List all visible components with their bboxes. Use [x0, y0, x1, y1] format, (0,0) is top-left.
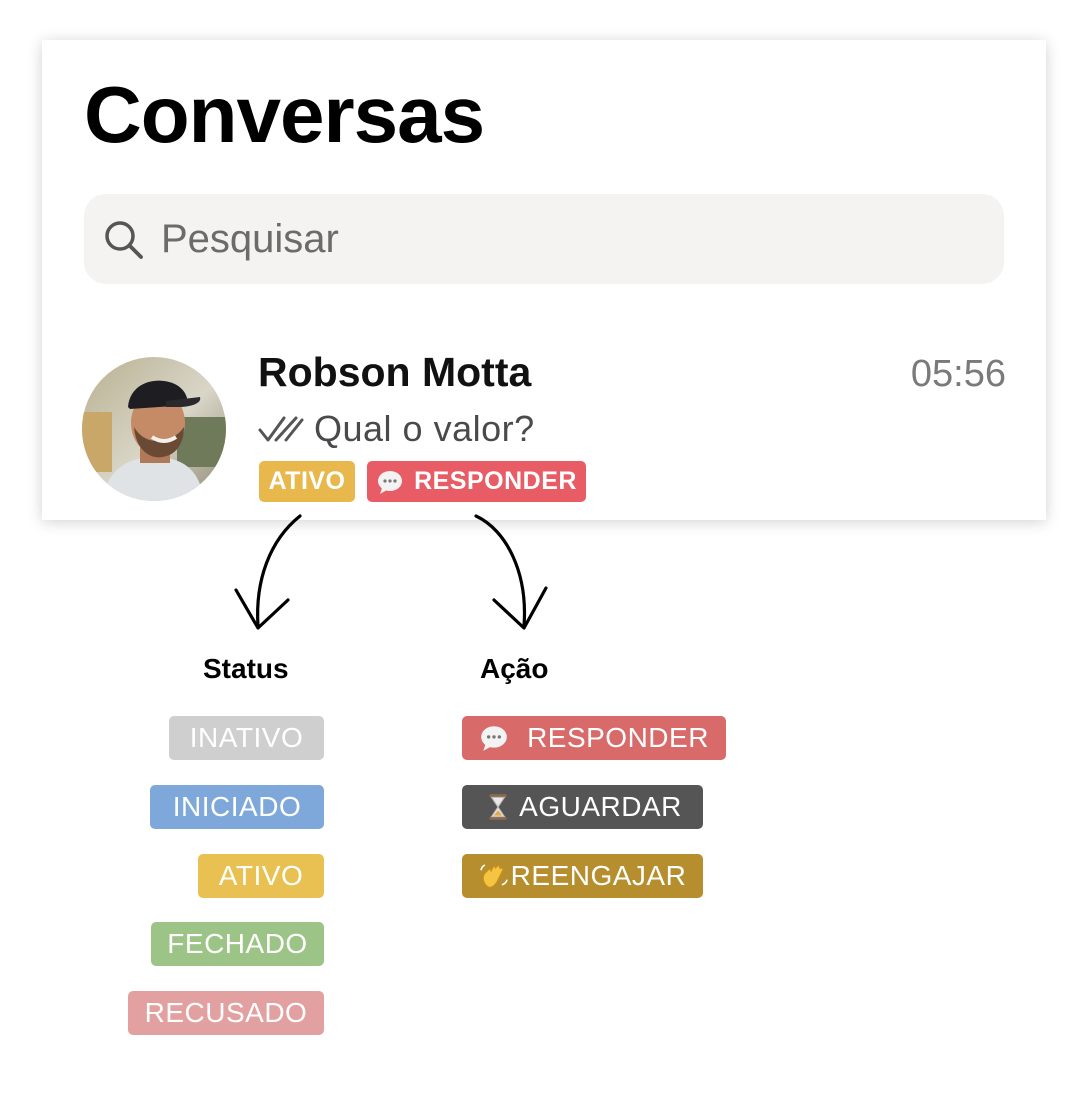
status-badge-label: ATIVO: [268, 467, 346, 495]
status-recusado-badge: RECUSADO: [128, 991, 324, 1035]
action-aguardar-badge: AGUARDAR: [462, 785, 703, 829]
avatar: [82, 357, 226, 501]
search-bar[interactable]: Pesquisar: [84, 194, 1004, 284]
action-legend-heading: Ação: [480, 653, 549, 684]
action-label: AGUARDAR: [519, 791, 682, 822]
status-label: ATIVO: [218, 860, 304, 891]
status-label: FECHADO: [167, 928, 308, 959]
status-label: RECUSADO: [144, 997, 308, 1028]
avatar-photo: [82, 357, 226, 501]
action-badge[interactable]: RESPONDER: [367, 461, 586, 502]
status-label: INICIADO: [172, 791, 302, 822]
message-time: 05:56: [910, 353, 1006, 395]
action-badge-label: RESPONDER: [414, 467, 577, 495]
message-preview: Qual o valor?: [258, 406, 535, 452]
contact-name: Robson Motta: [258, 349, 532, 395]
double-check-icon: [258, 416, 304, 442]
status-label: INATIVO: [189, 722, 304, 753]
action-responder-badge: RESPONDER: [462, 716, 726, 760]
search-placeholder: Pesquisar: [161, 217, 339, 261]
message-preview-text: Qual o valor?: [314, 408, 535, 449]
waving-hand-icon: [480, 864, 508, 888]
status-fechado-badge: FECHADO: [151, 922, 324, 966]
action-reengajar-badge: REENGAJAR: [462, 854, 703, 898]
action-label: REENGAJAR: [510, 860, 687, 891]
speech-bubble-icon: [481, 726, 507, 751]
action-arrowhead: [492, 586, 548, 630]
status-legend-heading: Status: [203, 653, 289, 684]
status-iniciado-badge: INICIADO: [150, 785, 324, 829]
page-title: Conversas: [84, 70, 485, 159]
search-icon: [105, 221, 143, 259]
conversations-panel: Conversas Pesquisar Robson Motta 05:56 Q…: [42, 40, 1046, 520]
annotation-arrows: [234, 514, 548, 630]
hourglass-icon: [489, 794, 507, 820]
status-inativo-badge: INATIVO: [169, 716, 324, 760]
status-arrowhead: [234, 588, 290, 630]
speech-bubble-icon: [378, 470, 403, 494]
status-badge: ATIVO: [259, 461, 355, 502]
action-arrow: [474, 514, 527, 628]
action-label: RESPONDER: [527, 722, 709, 753]
status-ativo-badge: ATIVO: [198, 854, 324, 898]
